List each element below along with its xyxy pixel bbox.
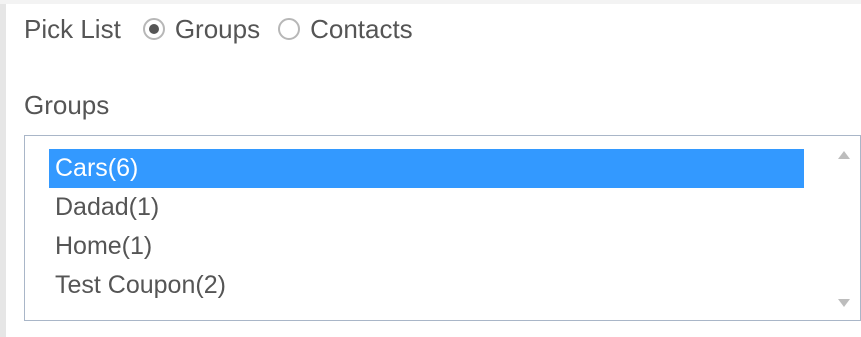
groups-listbox[interactable]: Cars(6) Dadad(1) Home(1) Test Coupon(2) — [24, 135, 861, 321]
groups-list-items: Cars(6) Dadad(1) Home(1) Test Coupon(2) — [49, 149, 804, 305]
scroll-down-arrow-icon[interactable] — [838, 299, 850, 307]
listbox-scrollbar[interactable] — [826, 136, 860, 320]
groups-list-label: Groups — [24, 90, 110, 120]
radio-option-contacts-label: Contacts — [310, 13, 413, 44]
radio-option-groups-label: Groups — [174, 13, 261, 44]
picklist-row: Pick List Groups Contacts — [24, 12, 431, 46]
panel-left-border — [0, 0, 6, 337]
radio-selected-icon[interactable] — [142, 18, 165, 40]
scroll-up-arrow-icon[interactable] — [838, 151, 850, 159]
radio-dot — [148, 24, 159, 34]
radio-option-groups[interactable]: Groups — [142, 13, 261, 45]
list-item[interactable]: Test Coupon(2) — [49, 266, 804, 305]
picklist-label: Pick List — [24, 13, 121, 44]
list-item[interactable]: Home(1) — [49, 227, 804, 266]
list-item[interactable]: Cars(6) — [49, 149, 804, 188]
panel-top-border — [0, 0, 861, 4]
radio-option-contacts[interactable]: Contacts — [278, 14, 413, 45]
list-item[interactable]: Dadad(1) — [49, 188, 804, 227]
radio-unselected-icon[interactable] — [278, 18, 301, 40]
